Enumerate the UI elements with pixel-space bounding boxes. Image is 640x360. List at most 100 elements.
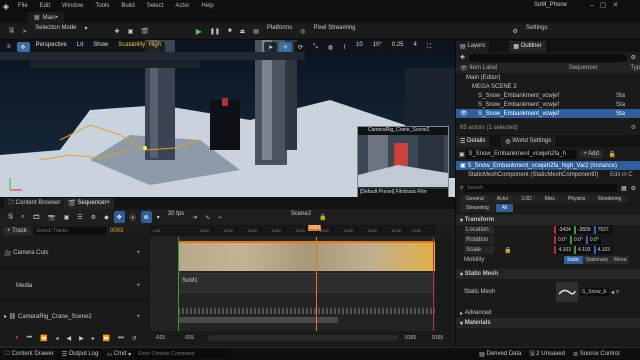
save-icon[interactable]: 🖫 (6, 25, 17, 37)
step-forward-icon[interactable]: ▸ (89, 332, 98, 344)
camera-cuts-section[interactable] (178, 241, 437, 271)
view-end-field[interactable]: 0165 (405, 335, 416, 341)
edit-in-cpp-link[interactable]: Edit in C (610, 172, 633, 178)
mobility-stationary-button[interactable]: Stationary (582, 256, 612, 264)
add-icon[interactable]: + (136, 283, 150, 289)
transform-move-icon[interactable]: ✥ (16, 42, 30, 52)
view-start-field[interactable]: -015 (184, 335, 194, 341)
window-controls[interactable]: –▢✕ (590, 1, 624, 9)
add-actor-icon[interactable]: ✚ (112, 25, 123, 37)
filter-physics[interactable]: Physics (562, 195, 592, 203)
media-section[interactable]: SoM1 (178, 273, 437, 293)
settings-button[interactable]: Settings (523, 25, 551, 37)
rotation-y-field[interactable]: 0.0° (569, 236, 585, 244)
play-icon[interactable]: ▶ (76, 332, 87, 344)
show-button[interactable]: Show (89, 42, 113, 52)
tab-details[interactable]: ☰ Details (456, 135, 490, 147)
playback-options-icon[interactable]: ⚙ (88, 211, 99, 223)
outliner-search-input[interactable] (469, 53, 627, 62)
loop-icon[interactable]: ↺ (129, 332, 140, 344)
menu-select[interactable]: Select (141, 3, 170, 9)
eject-icon[interactable]: ⏏ (237, 25, 249, 37)
stop-icon[interactable]: ■ (225, 25, 235, 37)
menu-help[interactable]: Help (195, 3, 219, 9)
playhead-line[interactable] (316, 237, 317, 331)
rotate-icon[interactable]: ⟳ (294, 42, 308, 52)
unsaved-button[interactable]: 🖫 2 Unsaved (526, 349, 569, 359)
rotation-label[interactable]: Rotation (464, 236, 494, 244)
forward-icon[interactable]: ⇥ (189, 211, 200, 223)
output-log-button[interactable]: ☰ Output Log (58, 351, 103, 358)
column-type[interactable]: Typ (630, 65, 640, 71)
timeline-area[interactable]: SoM1 (150, 237, 437, 331)
world-local-icon[interactable]: ◍ (323, 42, 338, 52)
step-back-icon[interactable]: ◂ (53, 332, 62, 344)
perspective-button[interactable]: Perspective (31, 42, 71, 52)
scalability-badge[interactable]: Scalability: High (114, 42, 165, 52)
timeline-ruler[interactable]: -015 0015 0030 0045 0060 0075 0090 0105 … (150, 225, 435, 236)
location-label[interactable]: Location (464, 226, 494, 234)
tab-world-settings[interactable]: ◍ World Settings (501, 135, 556, 147)
snap-options-icon[interactable]: ▾ (154, 211, 163, 223)
track-row[interactable]: 🎥 Camera Cuts + (0, 237, 150, 269)
jump-start-icon[interactable]: ⏮ (24, 332, 35, 344)
menu-tools[interactable]: Tools (89, 3, 115, 9)
playhead-label[interactable]: 0083 (308, 225, 322, 231)
outliner-row[interactable]: MEGA SCENE 2 (456, 82, 640, 91)
outliner-row[interactable]: Main (Editor) (456, 73, 640, 82)
filter-rendering[interactable]: Rendering (592, 195, 628, 203)
maximize-icon[interactable]: ⛶ (422, 42, 436, 52)
add-track-button[interactable]: + Track (3, 226, 31, 235)
auto-key-icon[interactable]: ✥ (113, 211, 125, 223)
current-frame-field[interactable]: 0083 (110, 228, 123, 234)
start-marker-line[interactable] (178, 237, 179, 331)
timeline-scrubber[interactable] (208, 335, 398, 341)
derived-data-button[interactable]: ▤ Derived Data (475, 351, 525, 358)
use-selected-icon[interactable]: ⌕ (616, 289, 619, 296)
translate-icon[interactable]: ✛ (278, 42, 293, 52)
render-icon[interactable]: ▣ (61, 211, 73, 223)
filter-actor[interactable]: Actor (490, 195, 515, 203)
blueprint-icon[interactable]: ▣ (125, 25, 137, 37)
key-icon[interactable]: ◆ (101, 211, 112, 223)
outliner-row[interactable]: S_Snow_Embankment_vcwjef Sta (456, 91, 640, 100)
snap-icon[interactable]: ⦿ (127, 211, 139, 223)
column-sequencer[interactable]: Sequencer (569, 65, 631, 71)
component-row[interactable]: StaticMeshComponent (StaticMeshComponent… (456, 170, 640, 179)
rotation-z-field[interactable]: 0.0° (585, 236, 601, 244)
gear-icon[interactable]: ⚙ (631, 185, 636, 192)
film-icon[interactable]: 🎞 (30, 211, 44, 223)
rotation-x-field[interactable]: 0.0° (554, 236, 569, 244)
scale-snap-value[interactable]: 0.25 (387, 42, 408, 52)
static-mesh-dropdown[interactable]: S_Snow_E (581, 288, 609, 296)
trim-icon[interactable]: ⌁ (215, 211, 225, 223)
scale-icon[interactable]: ⤡ (309, 42, 322, 52)
materials-section-header[interactable]: ▾ Materials (456, 318, 640, 328)
column-item-label[interactable]: Item Label (469, 65, 568, 71)
actor-name-field[interactable]: S_Snow_Embankment_vcwjeh2fa_h (466, 149, 577, 159)
magnet-icon[interactable]: ⋒ (140, 211, 152, 223)
scale-y-field[interactable]: 4.103 (574, 246, 593, 254)
location-y-field[interactable]: -2839 (573, 226, 593, 234)
menu-window[interactable]: Window (56, 3, 89, 9)
platforms-button[interactable]: Platforms (264, 25, 295, 37)
cinematics-icon[interactable]: 🎬 (138, 25, 151, 37)
add-filter-icon[interactable]: ✚ (460, 54, 465, 61)
source-control-button[interactable]: ⊘ Source Control (569, 351, 624, 358)
console-input[interactable] (135, 349, 231, 359)
camera-speed-value[interactable]: 4 (409, 42, 421, 52)
selection-mode-button[interactable]: Selection Mode (32, 25, 79, 37)
range-start-field[interactable]: -015 (155, 335, 165, 341)
range-end-field[interactable]: 0165 (432, 335, 443, 341)
tab-content-browser[interactable]: 🗀 Content Browser (4, 197, 65, 209)
angle-snap-value[interactable]: 10° (368, 42, 386, 52)
outliner-row[interactable]: S_Snow_Embankment_vcwjef Sta (456, 100, 640, 109)
track-search-input[interactable] (33, 226, 106, 235)
camera-icon[interactable]: 📷 (45, 211, 58, 223)
location-z-field[interactable]: 7027. (593, 226, 613, 234)
browse-icon[interactable]: ◂ (611, 289, 614, 296)
filter-icon[interactable]: ⚙ (631, 54, 636, 61)
scale-lock-icon[interactable]: 🔒 (504, 247, 511, 254)
details-search-input[interactable] (465, 184, 617, 192)
menu-edit[interactable]: Edit (34, 3, 56, 9)
